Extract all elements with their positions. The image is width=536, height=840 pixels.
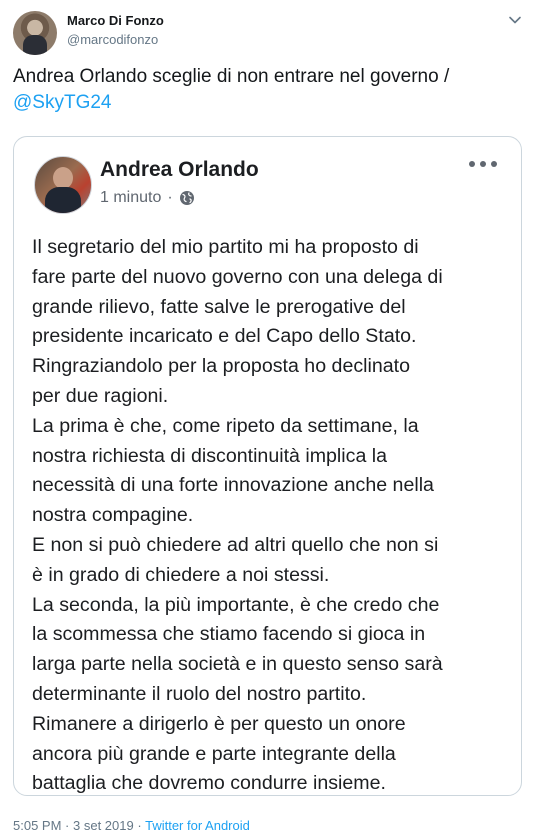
tweet-header: Marco Di Fonzo @marcodifonzo: [13, 8, 523, 56]
post-line: nostra compagine.: [32, 504, 194, 527]
tweet-time[interactable]: 5:05 PM: [13, 818, 61, 833]
tweet-source-link[interactable]: Twitter for Android: [145, 818, 250, 833]
post-line: nostra richiesta di discontinuità implic…: [32, 444, 388, 467]
chevron-down-icon[interactable]: [507, 12, 523, 28]
post-line: Il segretario del mio partito mi ha prop…: [32, 236, 419, 258]
post-line: necessità di una forte innovazione anche…: [32, 474, 434, 497]
tweet-footer: 5:05 PM · 3 set 2019 · Twitter for Andro…: [13, 818, 250, 833]
post-author-name[interactable]: Andrea Orlando: [100, 158, 259, 182]
post-line: fare parte del nuovo governo con una del…: [32, 265, 443, 288]
post-line: per due ragioni.: [32, 384, 169, 407]
post-line: larga parte nella società e in questo se…: [32, 653, 443, 676]
mention-link[interactable]: @SkyTG24: [13, 92, 111, 113]
post-meta: 1 minuto ·: [100, 189, 195, 207]
post-author-avatar[interactable]: [34, 156, 92, 214]
footer-separator: ·: [137, 818, 142, 833]
embedded-facebook-post[interactable]: Andrea Orlando 1 minuto · Il segretario …: [13, 136, 522, 796]
footer-separator: ·: [65, 818, 70, 833]
post-body: Il segretario del mio partito mi ha prop…: [32, 233, 510, 795]
post-line: la scommessa che stiamo facendo si gioca…: [32, 623, 426, 646]
post-line: presidente incaricato e del Capo dello S…: [32, 325, 417, 348]
tweet-text-body: Andrea Orlando sceglie di non entrare ne…: [13, 66, 450, 87]
author-avatar[interactable]: [13, 11, 57, 55]
globe-icon: [179, 191, 194, 205]
post-line: determinante il ruolo del nostro partito…: [32, 682, 367, 705]
meta-separator: ·: [167, 189, 173, 206]
post-line: grande rilievo, fatte salve le prerogati…: [32, 295, 406, 318]
tweet-date[interactable]: 3 set 2019: [73, 818, 134, 833]
post-line: ancora più grande e parte integrante del…: [32, 742, 396, 765]
post-line: La prima è che, come ripeto da settimane…: [32, 414, 419, 437]
tweet-text: Andrea Orlando sceglie di non entrare ne…: [13, 64, 523, 116]
post-line: è in grado di chiedere a noi stessi.: [32, 563, 330, 586]
author-handle[interactable]: @marcodifonzo: [67, 32, 158, 47]
post-timestamp[interactable]: 1 minuto: [100, 189, 161, 207]
post-line: battaglia che dovremo condurre insieme.: [32, 772, 386, 795]
post-line: Ringraziandolo per la proposta ho declin…: [32, 355, 410, 378]
more-options-icon[interactable]: [469, 159, 497, 169]
post-line: La seconda, la più importante, è che cre…: [32, 593, 440, 616]
post-line: E non si può chiedere ad altri quello ch…: [32, 533, 439, 556]
post-line: Rimanere a dirigerlo è per questo un ono…: [32, 712, 406, 735]
author-name[interactable]: Marco Di Fonzo: [67, 13, 164, 28]
